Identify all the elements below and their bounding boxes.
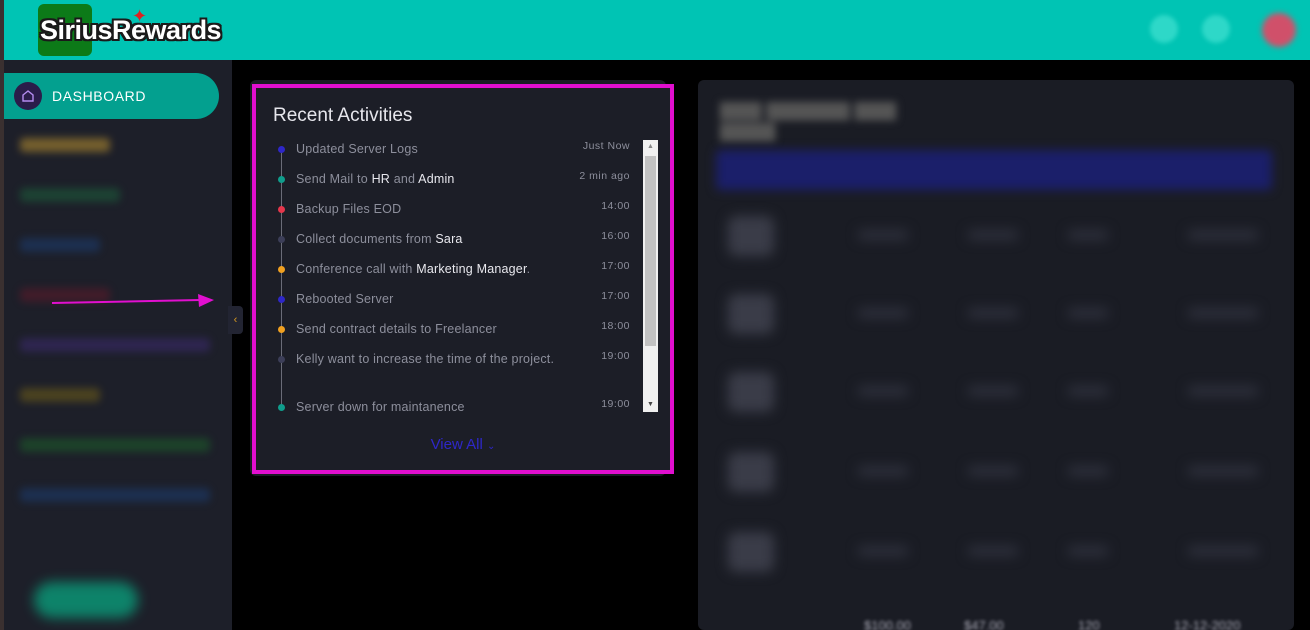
gift-cards-panel: ▇▇▇ ▇▇▇▇▇▇ ▇▇▇ ▇▇▇▇ $100.00 $47.00 120 1… — [698, 80, 1294, 630]
top-header: SiriusRewards ✦ — [4, 0, 1310, 60]
table-row[interactable] — [728, 532, 1268, 572]
notification-icon[interactable] — [1150, 15, 1178, 43]
home-icon — [14, 82, 42, 110]
activity-time: 2 min ago — [579, 170, 630, 182]
activity-time: 16:00 — [601, 230, 630, 242]
sidebar-item-blurred[interactable] — [20, 188, 120, 202]
activity-time: 17:00 — [601, 290, 630, 302]
sidebar-item-blurred[interactable] — [20, 138, 110, 152]
activity-time: 18:00 — [601, 320, 630, 332]
card-title: Recent Activities — [273, 105, 413, 126]
table-cell: $47.00 — [964, 618, 1004, 630]
view-all-link[interactable]: View All ⌄ — [256, 436, 670, 453]
timeline-dot — [278, 206, 285, 213]
activity-text: Kelly want to increase the time of the p… — [296, 352, 555, 366]
timeline-dot — [278, 236, 285, 243]
star-icon: ✦ — [132, 6, 148, 26]
table-row[interactable] — [728, 452, 1268, 492]
view-all-label: View All — [430, 436, 483, 453]
scroll-down-icon[interactable]: ▼ — [643, 398, 658, 412]
timeline-dot — [278, 296, 285, 303]
chevron-left-icon[interactable]: ‹ — [228, 306, 243, 334]
annotation-arrow — [52, 294, 214, 307]
activity-time: Just Now — [582, 140, 630, 152]
avatar[interactable] — [1262, 13, 1296, 47]
activity-timeline[interactable]: Updated Server Logs Just Now Send Mail to … — [274, 140, 630, 412]
activity-text: Updated Server Logs — [296, 142, 418, 156]
activity-text: Collect documents from Sara — [296, 232, 463, 246]
logo-text: SiriusRewards — [40, 14, 222, 45]
activity-time: 17:00 — [601, 260, 630, 272]
activity-text: Backup Files EOD — [296, 202, 402, 216]
activity-time: 19:00 — [601, 350, 630, 362]
timeline-dot — [278, 326, 285, 333]
activity-text: Rebooted Server — [296, 292, 394, 306]
table-cell: 120 — [1078, 618, 1100, 630]
timeline-dot — [278, 146, 285, 153]
table-row[interactable] — [728, 294, 1268, 334]
sidebar-item-label: DASHBOARD — [52, 88, 147, 104]
sidebar-item-blurred[interactable] — [20, 238, 100, 252]
brand-logo[interactable]: SiriusRewards ✦ — [36, 4, 222, 56]
recent-activities-card: Recent Activities Updated Server Logs Jus… — [252, 84, 674, 474]
table-row[interactable] — [728, 372, 1268, 412]
sidebar-item-dashboard[interactable]: DASHBOARD — [4, 73, 219, 119]
chevron-down-icon: ⌄ — [487, 441, 496, 452]
activity-text: Conference call with Marketing Manager. — [296, 262, 531, 276]
sidebar-item-blurred[interactable] — [20, 338, 210, 352]
timeline-dot — [278, 356, 285, 363]
table-cell: $100.00 — [864, 618, 911, 630]
activity-time: 19:00 — [601, 398, 630, 410]
sidebar-item-blurred[interactable] — [20, 438, 210, 452]
scrollbar[interactable]: ▲ ▼ — [643, 140, 658, 412]
activity-text: Server down for maintanence — [296, 400, 465, 412]
timeline-dot — [278, 266, 285, 273]
table-cell: 12-12-2020 — [1174, 618, 1241, 630]
sidebar-item-blurred[interactable] — [20, 488, 210, 502]
activity-text: Send contract details to Freelancer — [296, 322, 497, 336]
scroll-up-icon[interactable]: ▲ — [643, 140, 658, 154]
table-header — [716, 150, 1272, 190]
activity-text: Send Mail to HR and Admin — [296, 172, 455, 186]
timeline-dot — [278, 176, 285, 183]
settings-icon[interactable] — [1202, 15, 1230, 43]
scrollbar-thumb[interactable] — [645, 156, 656, 346]
panel-title-blurred: ▇▇▇ ▇▇▇▇▇▇ ▇▇▇ ▇▇▇▇ — [720, 100, 897, 141]
table-row[interactable] — [728, 216, 1268, 256]
sidebar-item-blurred[interactable] — [20, 388, 100, 402]
sidebar-action-button[interactable] — [34, 582, 138, 618]
timeline-line — [281, 148, 282, 410]
activity-time: 14:00 — [601, 200, 630, 212]
timeline-dot — [278, 404, 285, 411]
sidebar: DASHBOARD — [4, 60, 232, 630]
